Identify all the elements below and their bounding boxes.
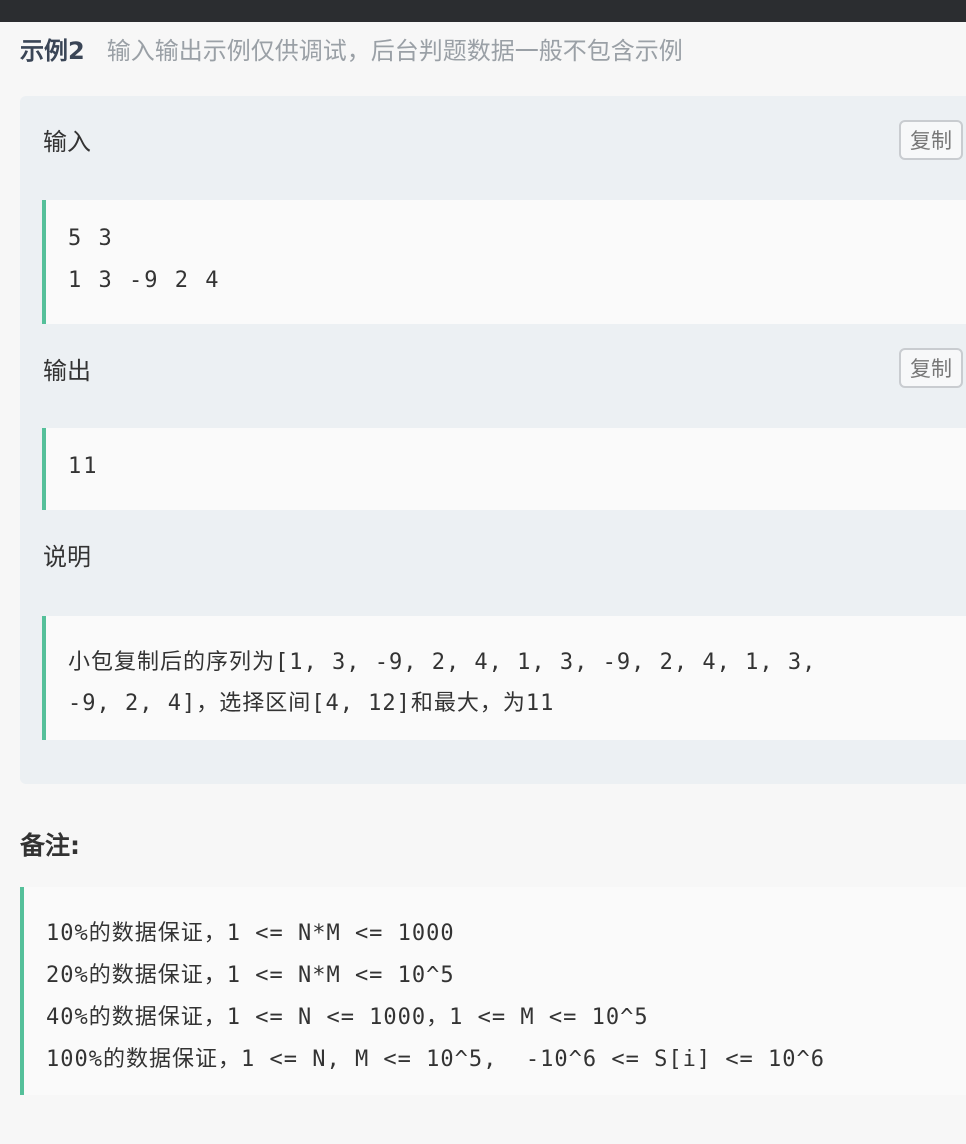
output-code-block: 11 (42, 428, 966, 510)
output-label: 输出 (43, 357, 91, 385)
output-line: 11 (68, 454, 99, 479)
example-header: 示例2 输入输出示例仅供调试，后台判题数据一般不包含示例 (20, 28, 683, 68)
explanation-line: -9, 2, 4]，选择区间[4, 12]和最大，为11 (68, 691, 555, 716)
remark-line: 10%的数据保证，1 <= N*M <= 1000 (46, 921, 455, 946)
example-title: 示例2 (20, 36, 85, 65)
copy-input-button[interactable]: 复制 (899, 120, 963, 160)
example-box: 输入 复制 5 3 1 3 -9 2 4 输出 复制 11 说明 小包复制后的序… (20, 96, 966, 784)
remarks-block: 10%的数据保证，1 <= N*M <= 1000 20%的数据保证，1 <= … (20, 887, 966, 1095)
input-line: 1 3 -9 2 4 (68, 268, 221, 293)
input-label: 输入 (43, 128, 91, 156)
input-line: 5 3 (68, 226, 114, 251)
copy-output-button[interactable]: 复制 (899, 348, 963, 388)
example-note: 输入输出示例仅供调试，后台判题数据一般不包含示例 (106, 36, 683, 65)
remarks-title: 备注: (20, 831, 80, 860)
top-bar (0, 0, 966, 22)
remark-line: 100%的数据保证，1 <= N, M <= 10^5, -10^6 <= S[… (46, 1047, 826, 1072)
remark-line: 40%的数据保证，1 <= N <= 1000，1 <= M <= 10^5 (46, 1005, 649, 1030)
input-code-block: 5 3 1 3 -9 2 4 (42, 200, 966, 324)
explanation-line: 小包复制后的序列为[1, 3, -9, 2, 4, 1, 3, -9, 2, 4… (68, 650, 817, 675)
explanation-block: 小包复制后的序列为[1, 3, -9, 2, 4, 1, 3, -9, 2, 4… (42, 616, 966, 740)
explanation-label: 说明 (43, 543, 91, 571)
remark-line: 20%的数据保证，1 <= N*M <= 10^5 (46, 963, 455, 988)
